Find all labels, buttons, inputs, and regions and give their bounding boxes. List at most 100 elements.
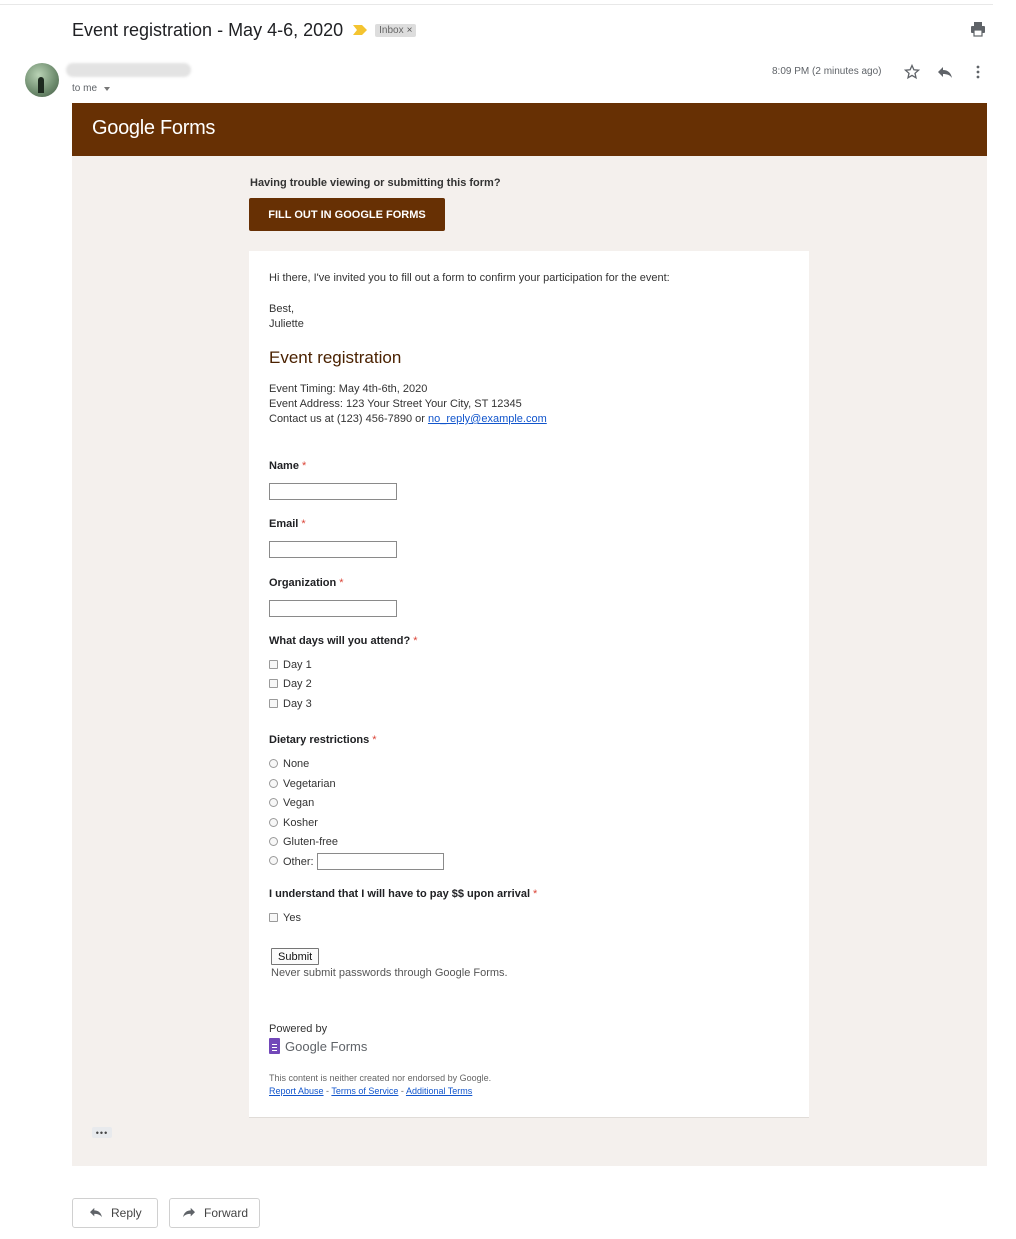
payment-label: I understand that I will have to pay $$ … xyxy=(269,888,537,900)
report-abuse-link[interactable]: Report Abuse xyxy=(269,1086,324,1096)
trouble-text: Having trouble viewing or submitting thi… xyxy=(250,177,501,189)
organization-label-text: Organization xyxy=(269,577,337,589)
forward-button-label: Forward xyxy=(204,1206,249,1220)
email-input[interactable] xyxy=(269,541,397,558)
contact-prefix: Contact us at (123) 456-7890 or xyxy=(269,413,428,425)
diet-option[interactable]: Gluten-free xyxy=(269,836,338,848)
payment-option[interactable]: Yes xyxy=(269,912,301,924)
chevron-down-icon[interactable] xyxy=(104,86,111,91)
email-label: Email * xyxy=(269,518,306,530)
organization-label: Organization * xyxy=(269,577,344,589)
days-label: What days will you attend? * xyxy=(269,635,417,647)
payment-yes-checkbox[interactable] xyxy=(269,912,278,922)
google-forms-icon xyxy=(269,1038,280,1054)
dietary-label-text: Dietary restrictions xyxy=(269,734,370,746)
day-option-label: Day 2 xyxy=(283,678,312,690)
reply-icon[interactable] xyxy=(937,64,953,80)
days-label-text: What days will you attend? xyxy=(269,635,411,647)
diet-option[interactable]: None xyxy=(269,758,309,770)
diet-option-label: Other: xyxy=(283,855,314,868)
signature-text: Juliette xyxy=(269,318,304,330)
diet-option[interactable]: Kosher xyxy=(269,817,318,829)
top-divider xyxy=(0,4,993,5)
inbox-label-text: Inbox xyxy=(379,24,404,36)
diet-option-label: None xyxy=(283,758,310,770)
link-separator: - xyxy=(398,1086,406,1096)
day-option[interactable]: Day 2 xyxy=(269,678,312,690)
google-forms-banner: Google Forms xyxy=(72,103,987,156)
payment-option-label: Yes xyxy=(283,912,301,924)
name-label: Name * xyxy=(269,460,306,472)
diet-none-radio[interactable] xyxy=(269,758,278,768)
fill-out-in-google-forms-button[interactable]: FILL OUT IN GOOGLE FORMS xyxy=(249,198,445,231)
diet-vegan-radio[interactable] xyxy=(269,797,278,807)
diet-option-label: Gluten-free xyxy=(283,836,339,848)
form-card: Hi there, I've invited you to fill out a… xyxy=(249,251,809,1118)
event-timing: Event Timing: May 4th-6th, 2020 xyxy=(269,383,428,395)
required-marker: * xyxy=(413,635,418,647)
footer-logo-word-forms: Forms xyxy=(330,1038,368,1054)
diet-option[interactable]: Vegan xyxy=(269,797,314,809)
required-marker: * xyxy=(301,518,306,530)
footer-logo-text: Google Forms xyxy=(285,1039,367,1054)
name-label-text: Name xyxy=(269,460,299,472)
required-marker: * xyxy=(301,460,307,472)
event-address: Event Address: 123 Your Street Your City… xyxy=(269,398,522,410)
reply-arrow-icon xyxy=(90,1207,102,1218)
form-title: Event registration xyxy=(269,348,402,367)
diet-option-other[interactable]: Other: xyxy=(269,853,444,870)
diet-gluten-free-radio[interactable] xyxy=(269,836,278,846)
day-3-checkbox[interactable] xyxy=(269,698,278,708)
email-subject: Event registration - May 4-6, 2020 xyxy=(72,19,344,40)
required-marker: * xyxy=(372,734,377,746)
contact-line: Contact us at (123) 456-7890 or no_reply… xyxy=(269,413,547,425)
print-icon[interactable] xyxy=(970,21,986,37)
footer-links: Report Abuse - Terms of Service - Additi… xyxy=(269,1086,472,1096)
diet-option[interactable]: Vegetarian xyxy=(269,778,336,790)
diet-kosher-radio[interactable] xyxy=(269,817,278,827)
star-icon[interactable] xyxy=(904,64,920,80)
diet-vegetarian-radio[interactable] xyxy=(269,778,278,788)
contact-email-link[interactable]: no_reply@example.com xyxy=(428,413,547,425)
logo-word-forms: Forms xyxy=(159,117,216,139)
diet-option-label: Vegetarian xyxy=(283,778,336,790)
signoff-text: Best, xyxy=(269,303,295,315)
logo-word-google: Google xyxy=(92,117,155,139)
additional-terms-link[interactable]: Additional Terms xyxy=(406,1086,472,1096)
recipient-text: to me xyxy=(72,83,98,94)
day-option-label: Day 1 xyxy=(283,659,312,671)
intro-text: Hi there, I've invited you to fill out a… xyxy=(269,272,670,284)
name-input[interactable] xyxy=(269,483,397,500)
diet-option-label: Vegan xyxy=(283,797,315,809)
forward-arrow-icon xyxy=(183,1207,195,1218)
day-option[interactable]: Day 3 xyxy=(269,698,312,710)
sender-avatar[interactable] xyxy=(25,63,59,97)
remove-label-icon[interactable]: × xyxy=(407,25,413,36)
forward-button[interactable]: Forward xyxy=(169,1198,260,1228)
payment-label-text: I understand that I will have to pay $$ … xyxy=(269,888,531,900)
more-vert-icon[interactable] xyxy=(971,64,985,80)
password-warning: Never submit passwords through Google Fo… xyxy=(271,967,508,979)
email-label-text: Email xyxy=(269,518,299,530)
day-2-checkbox[interactable] xyxy=(269,678,278,688)
day-option[interactable]: Day 1 xyxy=(269,659,312,671)
diet-other-input[interactable] xyxy=(316,853,444,870)
terms-of-service-link[interactable]: Terms of Service xyxy=(331,1086,398,1096)
required-marker: * xyxy=(533,888,538,900)
day-option-label: Day 3 xyxy=(283,698,312,710)
organization-input[interactable] xyxy=(269,600,397,617)
diet-option-label: Kosher xyxy=(283,817,318,829)
importance-marker-icon[interactable] xyxy=(353,25,368,35)
recipient-details[interactable]: to me xyxy=(72,83,111,94)
submit-button[interactable]: Submit xyxy=(271,948,320,965)
sender-name-redacted xyxy=(66,63,191,77)
reply-button-label: Reply xyxy=(111,1206,142,1220)
inbox-label-chip: Inbox × xyxy=(375,23,417,37)
diet-other-radio[interactable] xyxy=(269,856,278,865)
day-1-checkbox[interactable] xyxy=(269,659,278,669)
reply-button[interactable]: Reply xyxy=(72,1198,158,1228)
google-forms-logo: Google Forms xyxy=(92,117,215,140)
email-timestamp: 8:09 PM (2 minutes ago) xyxy=(772,66,882,77)
show-trimmed-content-button[interactable]: ••• xyxy=(92,1127,112,1138)
required-marker: * xyxy=(339,577,344,589)
